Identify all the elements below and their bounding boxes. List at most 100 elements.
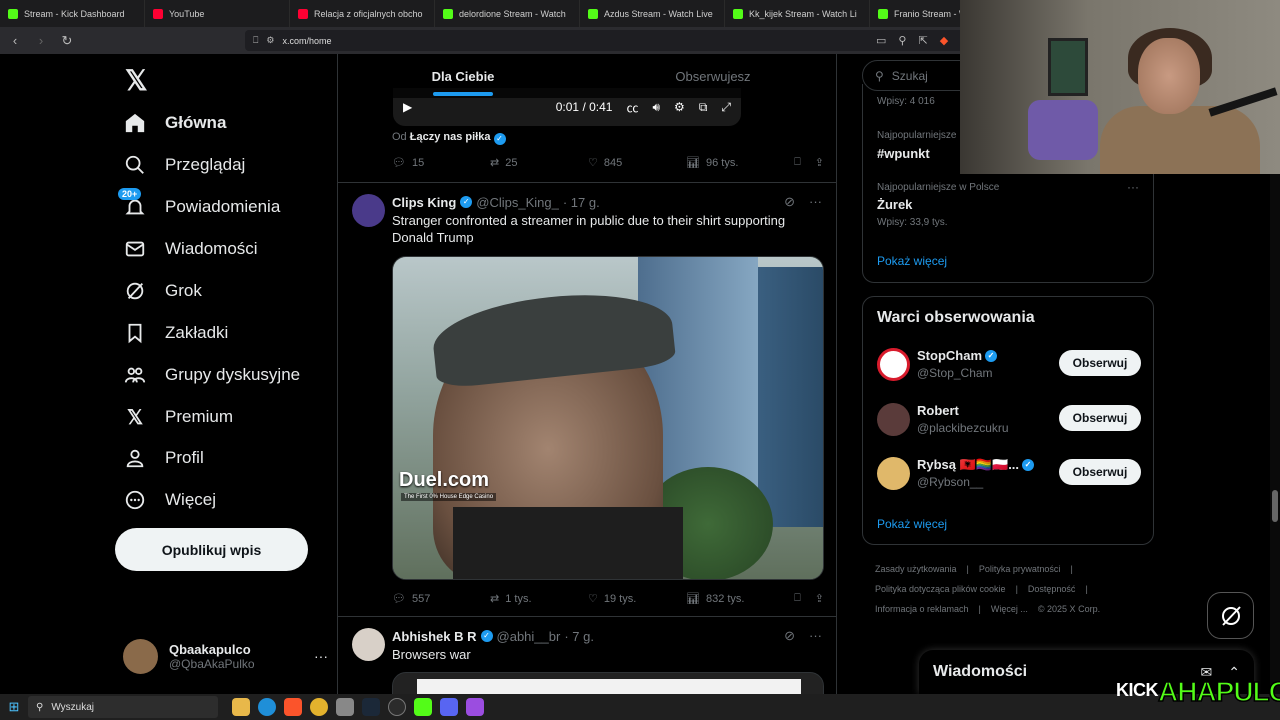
- footer-link[interactable]: Dostępność: [1028, 584, 1076, 594]
- nav-item-notifications[interactable]: 20+ Powiadomienia: [118, 187, 280, 227]
- avatar[interactable]: [352, 194, 385, 227]
- browser-tab[interactable]: delordione Stream - Watch: [435, 0, 580, 27]
- zoom-icon[interactable]: ⚲: [898, 34, 906, 47]
- reply-button[interactable]: 💬︎ 557: [392, 592, 490, 606]
- address-bar[interactable]: ⎕ ⚙ x.com/home: [245, 30, 965, 51]
- like-button[interactable]: ♡ 19 tys.: [588, 592, 686, 606]
- footer-link[interactable]: Informacja o reklamach: [875, 604, 969, 614]
- share-icon[interactable]: ⇱: [918, 34, 927, 47]
- nav-item-explore[interactable]: Przeglądaj: [123, 145, 245, 185]
- repost-button[interactable]: ⇄ 1 tys.: [490, 592, 588, 606]
- follow-button[interactable]: Obserwuj: [1059, 405, 1141, 431]
- nav-item-profile[interactable]: Profil: [123, 438, 204, 478]
- show-more-link[interactable]: Pokaż więcej: [877, 254, 947, 268]
- browser-tab[interactable]: Relacja z oficjalnych obcho: [290, 0, 435, 27]
- bookmark-icon[interactable]: ⎕: [794, 156, 801, 169]
- scrollbar-thumb[interactable]: [1272, 490, 1278, 522]
- tweet-time[interactable]: · 17 g.: [563, 195, 600, 210]
- tweet-author-handle[interactable]: @Clips_King_: [476, 195, 559, 210]
- captions-icon[interactable]: ㏄: [626, 99, 638, 116]
- site-info-icon[interactable]: ⚙: [266, 35, 274, 46]
- footer-link[interactable]: Więcej ...: [991, 604, 1028, 614]
- forward-icon[interactable]: ›: [34, 33, 48, 48]
- grok-icon[interactable]: ⊘: [784, 628, 795, 644]
- kick-icon[interactable]: [414, 698, 432, 716]
- repost-button[interactable]: ⇄ 25: [490, 156, 588, 170]
- play-icon[interactable]: ▶: [403, 100, 412, 114]
- youtube-favicon-icon: [153, 8, 163, 19]
- chrome-icon[interactable]: [310, 698, 328, 716]
- brave-icon[interactable]: [284, 698, 302, 716]
- share-icon[interactable]: ⇪: [815, 156, 824, 169]
- fullscreen-icon[interactable]: ⤢: [721, 100, 731, 115]
- tweet-video[interactable]: Duel.com The First 0% House Edge Casino: [392, 256, 824, 580]
- more-icon[interactable]: ···: [314, 648, 328, 664]
- show-more-link[interactable]: Pokaż więcej: [877, 517, 947, 531]
- like-button[interactable]: ♡ 845: [588, 156, 686, 170]
- brave-shield-icon[interactable]: ◆: [940, 34, 948, 47]
- bookmark-icon[interactable]: ⎕: [794, 592, 801, 605]
- volume-icon[interactable]: 🔊︎: [652, 100, 660, 115]
- obs-icon[interactable]: [388, 698, 406, 716]
- tweet-image[interactable]: [392, 672, 824, 694]
- tab-following[interactable]: Obserwujesz: [588, 54, 836, 98]
- views-button[interactable]: 📊︎ 96 tys.: [686, 156, 786, 170]
- reply-button[interactable]: 💬︎ 15: [392, 156, 490, 170]
- account-handle: @QbaAkaPulko: [169, 656, 255, 671]
- settings-icon[interactable]: ⚙: [674, 100, 685, 114]
- nav-item-communities[interactable]: Grupy dyskusyjne: [123, 355, 300, 395]
- tweet-author-name[interactable]: Abhishek B R: [392, 629, 477, 644]
- reload-icon[interactable]: ↻: [60, 33, 74, 49]
- follow-button[interactable]: Obserwuj: [1059, 459, 1141, 485]
- follow-suggestion[interactable]: Robert @plackibezcukru Obserwuj: [877, 403, 1141, 443]
- nav-item-home[interactable]: Główna: [123, 103, 226, 143]
- nav-item-premium[interactable]: 𝕏 Premium: [123, 397, 233, 437]
- avatar[interactable]: [352, 628, 385, 661]
- tweet-author-handle[interactable]: @abhi__br: [497, 629, 561, 644]
- nav-item-grok[interactable]: Grok: [123, 271, 202, 311]
- discord-icon[interactable]: [440, 698, 458, 716]
- browser-tab[interactable]: Stream - Kick Dashboard: [0, 0, 145, 27]
- browser-tab[interactable]: Kk_kijek Stream - Watch Li: [725, 0, 870, 27]
- nav-item-messages[interactable]: Wiadomości: [123, 229, 258, 269]
- tweet-time[interactable]: · 7 g.: [564, 629, 594, 644]
- grok-icon[interactable]: ⊘: [784, 194, 795, 210]
- trend-category: Najpopularniejsze: [877, 130, 957, 141]
- tab-for-you[interactable]: Dla Ciebie: [338, 54, 588, 98]
- follow-suggestion[interactable]: StopCham ✓ @Stop_Cham Obserwuj: [877, 348, 1141, 388]
- back-icon[interactable]: ‹: [8, 33, 22, 48]
- cast-icon[interactable]: ▭: [876, 34, 886, 47]
- app-icon[interactable]: [466, 698, 484, 716]
- trend-title[interactable]: Żurek: [877, 197, 912, 212]
- browser-tab[interactable]: YouTube: [145, 0, 290, 27]
- pip-icon[interactable]: ⧉: [699, 100, 708, 115]
- follow-button[interactable]: Obserwuj: [1059, 350, 1141, 376]
- windows-start-icon[interactable]: ⊞: [0, 694, 28, 720]
- more-icon[interactable]: ···: [809, 194, 822, 210]
- tweet-author-name[interactable]: Clips King: [392, 195, 456, 210]
- more-icon[interactable]: ···: [1127, 180, 1139, 194]
- footer-link[interactable]: Polityka prywatności: [979, 564, 1061, 574]
- grok-floating-button[interactable]: [1207, 592, 1254, 639]
- footer-link[interactable]: Polityka dotycząca plików cookie: [875, 584, 1006, 594]
- from-account-link[interactable]: Łączy nas piłka: [410, 131, 491, 143]
- views-button[interactable]: 📊︎ 832 tys.: [686, 592, 786, 606]
- account-switcher[interactable]: Qbaakapulco @QbaAkaPulko ···: [123, 636, 328, 676]
- nav-item-bookmarks[interactable]: Zakładki: [123, 313, 228, 353]
- bookmark-page-icon[interactable]: ⎕: [253, 35, 258, 46]
- edge-icon[interactable]: [258, 698, 276, 716]
- steam-icon[interactable]: [362, 698, 380, 716]
- user-name: Robert: [917, 403, 959, 418]
- post-button[interactable]: Opublikuj wpis: [115, 528, 308, 571]
- taskbar-search[interactable]: ⚲ Wyszukaj: [28, 696, 218, 718]
- browser-tab[interactable]: Azdus Stream - Watch Live: [580, 0, 725, 27]
- share-icon[interactable]: ⇪: [815, 592, 824, 605]
- follow-suggestion[interactable]: Rybsą 🇦🇱🏳️‍🌈🇵🇱... ✓ @Rybson__ Obserwuj: [877, 457, 1141, 497]
- more-icon[interactable]: ···: [809, 628, 822, 644]
- x-logo-icon[interactable]: 𝕏: [125, 64, 148, 97]
- footer-link[interactable]: Zasady użytkowania: [875, 564, 957, 574]
- trend-title[interactable]: #wpunkt: [877, 146, 930, 161]
- nav-item-more[interactable]: Więcej: [123, 480, 216, 520]
- file-explorer-icon[interactable]: [232, 698, 250, 716]
- app-icon[interactable]: [336, 698, 354, 716]
